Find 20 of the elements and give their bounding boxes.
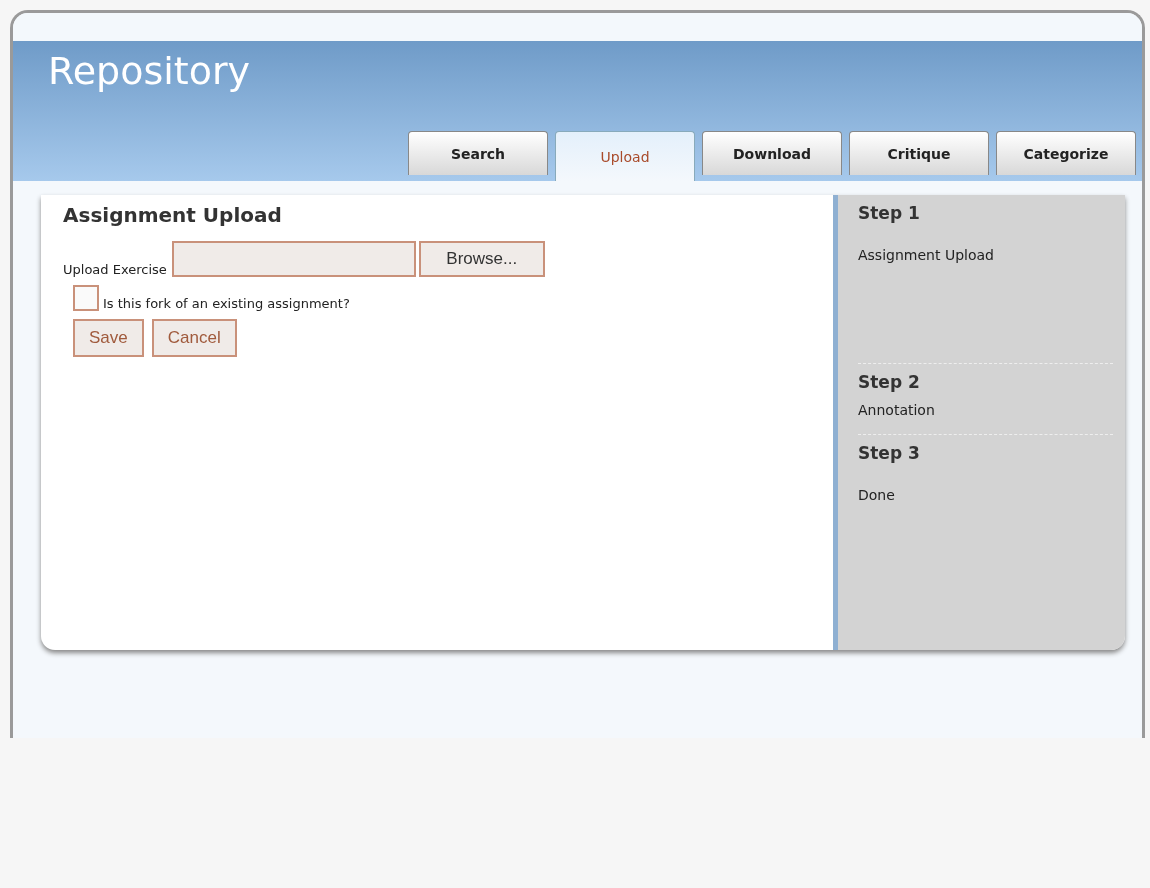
nav-tab[interactable]: Categorize [996, 131, 1136, 175]
nav-tab[interactable]: Upload [555, 131, 695, 181]
step-label: Assignment Upload [858, 247, 995, 263]
form-heading: Assignment Upload [63, 203, 283, 227]
form-button[interactable]: Cancel [151, 319, 237, 357]
field-label: Upload Exercise [63, 262, 167, 277]
nav-tab[interactable]: Search [408, 131, 548, 175]
step-title: Step 3 [858, 443, 921, 463]
nav-tab[interactable]: Critique [849, 131, 989, 175]
checkbox-label: Is this fork of an existing assignment? [103, 296, 350, 311]
step-title: Step 2 [858, 372, 921, 392]
file-path-field[interactable] [171, 241, 416, 277]
step-label: Annotation [858, 402, 936, 418]
step-title: Step 1 [858, 203, 921, 223]
site-title: Repository [48, 49, 252, 93]
form-button[interactable]: Save [73, 319, 144, 357]
step-label: Done [858, 487, 896, 503]
checkbox[interactable] [73, 285, 99, 311]
browse-button[interactable]: Browse... [418, 241, 545, 277]
nav-tab[interactable]: Download [702, 131, 842, 175]
